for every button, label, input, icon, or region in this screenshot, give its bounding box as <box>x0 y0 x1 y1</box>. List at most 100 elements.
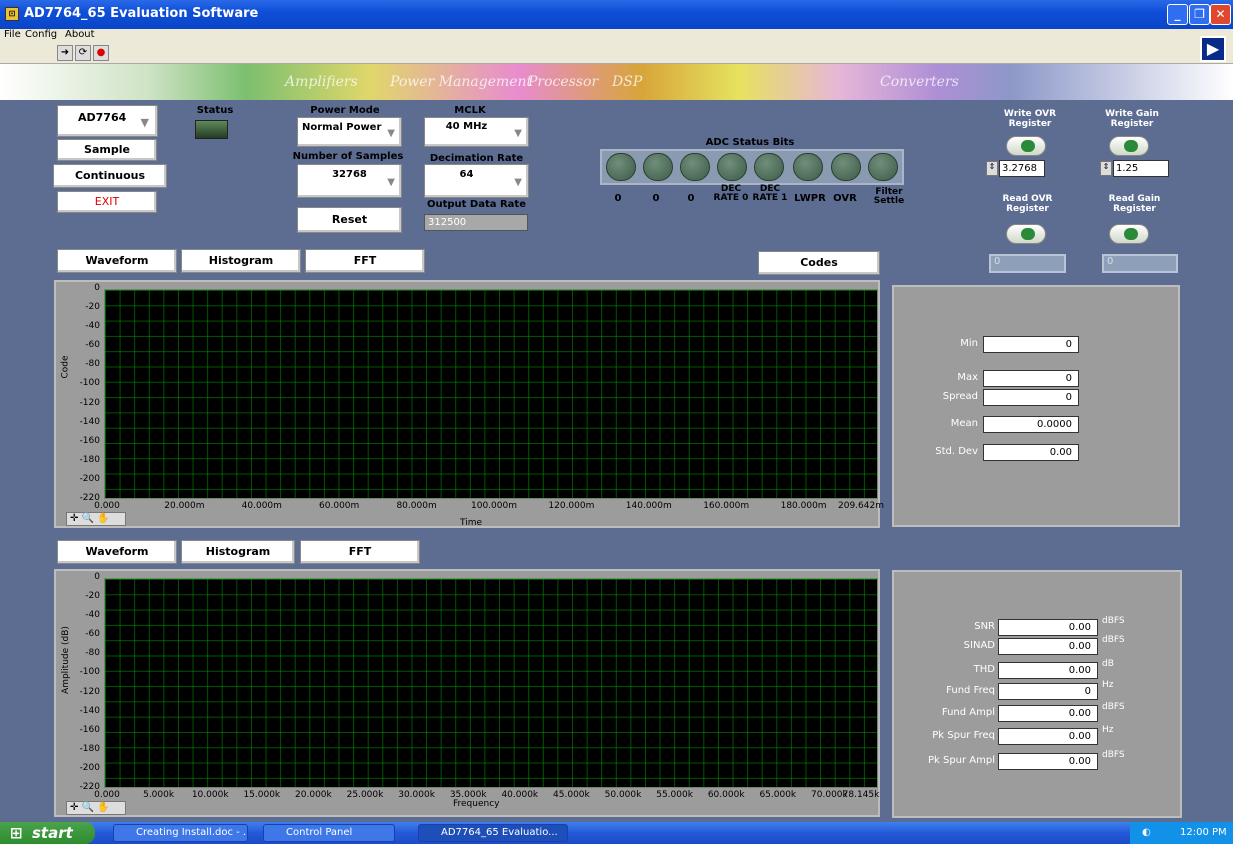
graph-tools-palette[interactable]: ✛ 🔍 ✋ <box>66 801 126 815</box>
taskbar-item-word-doc[interactable]: Creating Install.doc - ... <box>113 824 248 842</box>
status-label: Status <box>196 105 234 116</box>
y-tick-label: -80 <box>85 359 100 370</box>
restore-button[interactable]: ❐ <box>1189 4 1210 25</box>
x-tick-label: 120.000m <box>548 501 595 511</box>
x-tick-label: 10.000k <box>191 790 229 800</box>
close-button[interactable]: ✕ <box>1210 4 1231 25</box>
start-label: start <box>32 824 73 842</box>
x-tick-label: 40.000m <box>241 501 282 511</box>
y-tick-label: -180 <box>79 743 100 754</box>
write-gain-register-input[interactable]: 1.25 <box>1113 160 1169 177</box>
fft-stat-value: 0.00 <box>998 619 1098 636</box>
tab-waveform[interactable]: Waveform <box>57 540 177 564</box>
fft-stat-unit: dB <box>1102 659 1114 669</box>
fft-stat-unit: dBFS <box>1102 750 1125 760</box>
stat-label: Spread <box>942 391 978 402</box>
y-tick-label: -40 <box>85 610 100 621</box>
output-data-rate-label: Output Data Rate <box>426 199 526 210</box>
write-ovr-register-input[interactable]: 3.2768 <box>999 160 1045 177</box>
minimize-button[interactable]: _ <box>1167 4 1188 25</box>
status-bit-led <box>793 153 823 181</box>
device-select[interactable]: AD7764 ▼ <box>57 105 158 137</box>
fft-stat-label: Pk Spur Ampl <box>927 755 995 766</box>
output-data-rate-value: 312500 <box>424 214 528 231</box>
y-tick-label: -140 <box>79 705 100 716</box>
mclk-label: MCLK <box>454 105 486 116</box>
toolbar: ➜ ⟳ ● <box>0 43 1233 64</box>
y-tick-label: -200 <box>79 473 100 484</box>
fft-stat-label: SINAD <box>963 640 995 651</box>
stat-label: Std. Dev <box>935 446 978 457</box>
windows-logo-icon: ⊞ <box>10 824 23 842</box>
read-ovr-register-button[interactable] <box>1006 224 1046 244</box>
x-tick-label: 50.000k <box>604 790 642 800</box>
fft-plot-area[interactable] <box>104 578 878 788</box>
clock: 12:00 PM <box>1180 827 1227 838</box>
x-tick-label: 40.000k <box>501 790 539 800</box>
x-tick-label: 180.000m <box>780 501 827 511</box>
y-tick-label: -60 <box>85 340 100 351</box>
exit-button[interactable]: EXIT <box>57 191 157 213</box>
fft-stat-label: Pk Spur Freq <box>932 730 995 741</box>
fft-stat-value: 0 <box>998 683 1098 700</box>
stat-std-dev-value: 0.00 <box>983 444 1079 461</box>
continuous-button[interactable]: Continuous <box>53 164 167 188</box>
mclk-select[interactable]: 40 MHz ▼ <box>424 117 529 147</box>
menu-about[interactable]: About <box>65 29 95 40</box>
tab-histogram[interactable]: Histogram <box>181 249 301 273</box>
fft-stat-unit: dBFS <box>1102 702 1125 712</box>
status-bit-led <box>831 153 861 181</box>
write-ovr-register-button[interactable] <box>1006 136 1046 156</box>
read-gain-register-button[interactable] <box>1109 224 1149 244</box>
tray-icon: ◐ <box>1142 827 1151 838</box>
tab-fft[interactable]: FFT <box>305 249 425 273</box>
y-tick-label: -120 <box>79 397 100 408</box>
stat-label: Min <box>960 338 978 349</box>
status-bit-led <box>868 153 898 181</box>
fft-stat-unit: dBFS <box>1102 635 1125 645</box>
sample-button[interactable]: Sample <box>57 139 157 161</box>
tab-fft[interactable]: FFT <box>300 540 420 564</box>
fft-stat-unit: Hz <box>1102 680 1114 690</box>
taskbar: ⊞ start Creating Install.doc - ... Contr… <box>0 822 1233 844</box>
taskbar-item-control-panel[interactable]: Control Panel <box>263 824 395 842</box>
abort-icon[interactable]: ● <box>93 45 109 61</box>
codes-button[interactable]: Codes <box>758 251 880 275</box>
menu-file[interactable]: File <box>4 29 21 40</box>
y-tick-label: -20 <box>85 302 100 313</box>
stat-label: Max <box>957 372 978 383</box>
y-tick-label: 0 <box>94 283 100 293</box>
read-gain-register-label: Read Gain Register <box>1108 194 1161 214</box>
number-of-samples-select[interactable]: 32768 ▼ <box>297 164 402 198</box>
status-bit-label: 0 <box>687 193 695 204</box>
run-icon[interactable]: ▶ <box>1200 36 1226 62</box>
reset-button[interactable]: Reset <box>297 207 402 233</box>
x-tick-label: 15.000k <box>243 790 281 800</box>
tab-histogram[interactable]: Histogram <box>181 540 295 564</box>
tab-waveform[interactable]: Waveform <box>57 249 177 273</box>
decimation-rate-select[interactable]: 64 ▼ <box>424 164 529 198</box>
waveform-plot-area[interactable] <box>104 289 878 499</box>
fft-stat-value: 0.00 <box>998 662 1098 679</box>
stat-spread-value: 0 <box>983 389 1079 406</box>
power-mode-select[interactable]: Normal Power ▼ <box>297 117 402 147</box>
stat-min-value: 0 <box>983 336 1079 353</box>
status-bit-label: OVR <box>833 193 857 204</box>
spin-icon[interactable]: ⇕ <box>986 161 998 176</box>
stat-max-value: 0 <box>983 370 1079 387</box>
status-bit-label: 0 <box>614 193 622 204</box>
run-arrow-icon[interactable]: ➜ <box>57 45 73 61</box>
fft-stat-label: SNR <box>974 621 995 632</box>
start-button[interactable]: ⊞ start <box>0 822 95 844</box>
spin-icon[interactable]: ⇕ <box>1100 161 1112 176</box>
status-bit-led <box>754 153 784 181</box>
run-continuous-icon[interactable]: ⟳ <box>75 45 91 61</box>
fft-stat-label: THD <box>973 664 995 675</box>
title-bar: ⊡ AD7764_65 Evaluation Software _ ❐ ✕ <box>0 0 1233 29</box>
status-bit-led <box>643 153 673 181</box>
write-gain-register-button[interactable] <box>1109 136 1149 156</box>
chevron-down-icon: ▼ <box>387 128 395 139</box>
graph-tools-palette[interactable]: ✛ 🔍 ✋ <box>66 512 126 526</box>
taskbar-item-evaluation-software[interactable]: AD7764_65 Evaluatio... <box>418 824 568 842</box>
menu-config[interactable]: Config <box>25 29 57 40</box>
